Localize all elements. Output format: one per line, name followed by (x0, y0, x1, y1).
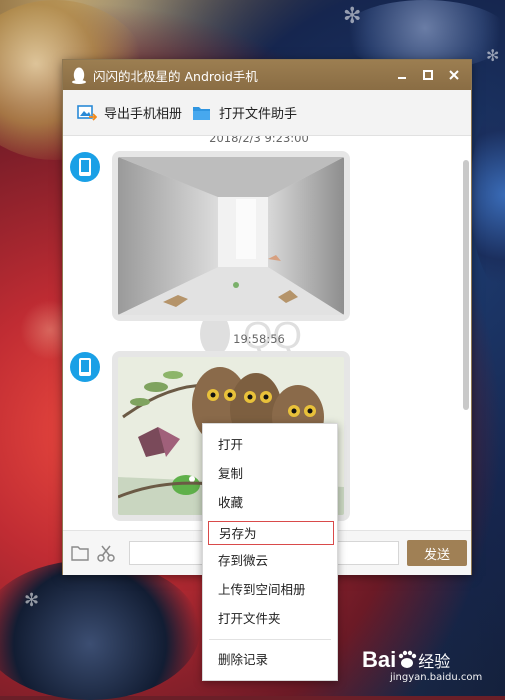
window-title: 闪闪的北极星的 Android手机 (93, 68, 258, 84)
chat-scrollbar[interactable] (463, 160, 469, 410)
close-icon[interactable] (441, 60, 467, 90)
message-timestamp: 2018/2/3 9:23:00 (209, 136, 309, 145)
menu-item-favorite[interactable]: 收藏 (203, 489, 339, 517)
image-message[interactable] (112, 151, 350, 321)
menu-item-save-as[interactable]: 另存为 (208, 521, 334, 545)
baidu-url: jingyan.baidu.com (390, 672, 483, 683)
menu-item-upload-to-album[interactable]: 上传到空间相册 (203, 576, 339, 604)
avatar[interactable] (70, 152, 100, 182)
export-album-label: 导出手机相册 (104, 107, 183, 122)
baidu-suffix: 经验 (418, 654, 451, 671)
menu-item-open[interactable]: 打开 (203, 431, 339, 459)
export-photo-icon (77, 104, 97, 121)
baidu-logo-text: Bai (362, 647, 397, 672)
folder-icon[interactable] (69, 542, 91, 564)
scissors-icon[interactable] (95, 542, 117, 564)
message-timestamp: 19:58:56 (233, 332, 285, 346)
export-album-button[interactable]: 导出手机相册 (77, 103, 182, 122)
phone-icon (79, 358, 91, 376)
baidu-jingyan-watermark: Bai 经验 jingyan.baidu.com (362, 647, 502, 692)
open-file-helper-label: 打开文件助手 (219, 107, 298, 122)
minimize-icon[interactable] (389, 60, 415, 90)
paw-icon (399, 650, 417, 668)
corridor-image[interactable] (118, 157, 344, 315)
menu-item-copy[interactable]: 复制 (203, 460, 339, 488)
avatar[interactable] (70, 352, 100, 382)
menu-item-open-folder[interactable]: 打开文件夹 (203, 605, 339, 633)
phone-icon (79, 158, 91, 176)
send-button[interactable]: 发送 (407, 540, 467, 566)
folder-icon (193, 106, 211, 120)
menu-item-save-to-weiyun[interactable]: 存到微云 (203, 547, 339, 575)
baidu-logo: Bai 经验 (362, 647, 502, 673)
open-file-helper-button[interactable]: 打开文件助手 (192, 103, 297, 122)
maximize-icon[interactable] (415, 60, 441, 90)
toolbar: 导出手机相册 打开文件助手 (63, 90, 471, 136)
title-bar[interactable]: 闪闪的北极星的 Android手机 (63, 60, 471, 90)
qq-penguin-icon (72, 67, 86, 84)
menu-separator (209, 639, 331, 640)
menu-item-delete-record[interactable]: 删除记录 (203, 646, 339, 674)
context-menu: 打开 复制 收藏 另存为 存到微云 上传到空间相册 打开文件夹 删除记录 (202, 423, 338, 681)
